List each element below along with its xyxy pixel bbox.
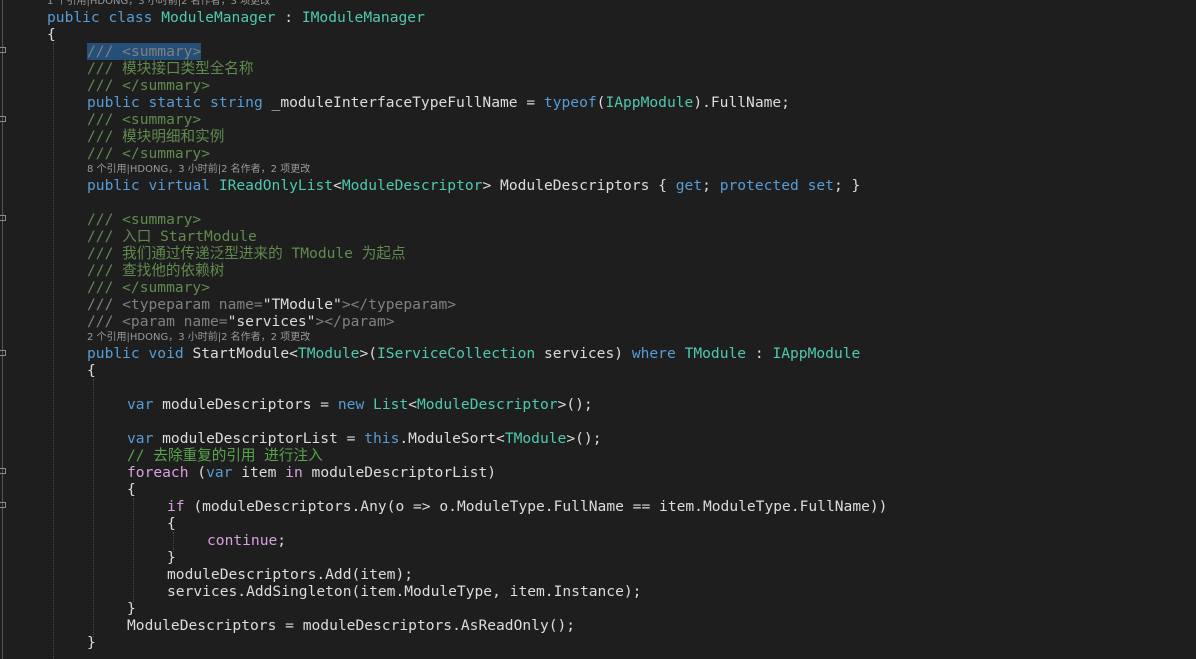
- codelens-info[interactable]: 8 个引用|HDONG，3 小时前|2 名作者，2 项更改: [87, 164, 310, 176]
- code-line: }: [87, 634, 96, 651]
- code-line: public class ModuleManager : IModuleMana…: [47, 9, 425, 26]
- code-line: {: [87, 362, 96, 379]
- code-line: }: [167, 549, 176, 566]
- codelens-info[interactable]: 2 个引用|HDONG，3 小时前|2 名作者，2 项更改: [87, 332, 310, 344]
- code-line: public void StartModule<TModule>(IServic…: [87, 345, 861, 362]
- collapse-marker[interactable]: [0, 350, 6, 356]
- code-editor[interactable]: 1 个引用|HDONG，3 小时前|2 名作者，3 项更改 public cla…: [0, 0, 1196, 659]
- indent-guide: [133, 498, 134, 602]
- codelens-info[interactable]: 1 个引用|HDONG，3 小时前|2 名作者，3 项更改: [47, 0, 270, 8]
- code-line: /// </summary>: [87, 145, 211, 162]
- code-line: /// 模块明细和实例: [87, 128, 225, 145]
- code-line: /// <summary>: [87, 111, 202, 128]
- code-line: /// <param name="services"></param>: [87, 313, 395, 330]
- code-line: /// 入口 StartModule: [87, 228, 257, 245]
- code-line: /// <typeparam name="TModule"></typepara…: [87, 296, 457, 313]
- collapse-marker[interactable]: [0, 468, 6, 474]
- code-line: /// <summary>: [87, 211, 202, 228]
- code-line: foreach (var item in moduleDescriptorLis…: [127, 464, 497, 481]
- code-line: var moduleDescriptorList = this.ModuleSo…: [127, 430, 602, 447]
- code-line: /// 模块接口类型全名称: [87, 60, 254, 77]
- collapse-marker[interactable]: [0, 116, 6, 122]
- code-line: moduleDescriptors.Add(item);: [167, 566, 414, 583]
- code-line: if (moduleDescriptors.Any(o => o.ModuleT…: [167, 498, 888, 515]
- code-line: /// </summary>: [87, 77, 211, 94]
- outlining-margin: [0, 0, 14, 659]
- code-line: var moduleDescriptors = new List<ModuleD…: [127, 396, 593, 413]
- code-line: {: [127, 481, 136, 498]
- outline-line: [2, 0, 3, 659]
- collapse-marker[interactable]: [0, 47, 6, 53]
- code-line: /// 我们通过传递泛型进来的 TModule 为起点: [87, 245, 406, 262]
- collapse-marker[interactable]: [0, 502, 6, 508]
- code-line: continue;: [207, 532, 287, 549]
- indent-guide: [53, 43, 54, 659]
- code-line: ModuleDescriptors = moduleDescriptors.As…: [127, 617, 576, 634]
- code-line: /// </summary>: [87, 279, 211, 296]
- code-line: public static string _moduleInterfaceTyp…: [87, 94, 790, 111]
- collapse-marker[interactable]: [0, 215, 6, 221]
- code-line: {: [47, 26, 56, 43]
- code-line: }: [127, 600, 136, 617]
- code-line: {: [167, 515, 176, 532]
- code-line: // 去除重复的引用 进行注入: [127, 447, 323, 464]
- indent-guide: [93, 379, 94, 637]
- code-line: /// <summary>: [87, 43, 202, 60]
- code-line: services.AddSingleton(item.ModuleType, i…: [167, 583, 642, 600]
- code-line: /// 查找他的依赖树: [87, 262, 225, 279]
- code-line: public virtual IReadOnlyList<ModuleDescr…: [87, 177, 861, 194]
